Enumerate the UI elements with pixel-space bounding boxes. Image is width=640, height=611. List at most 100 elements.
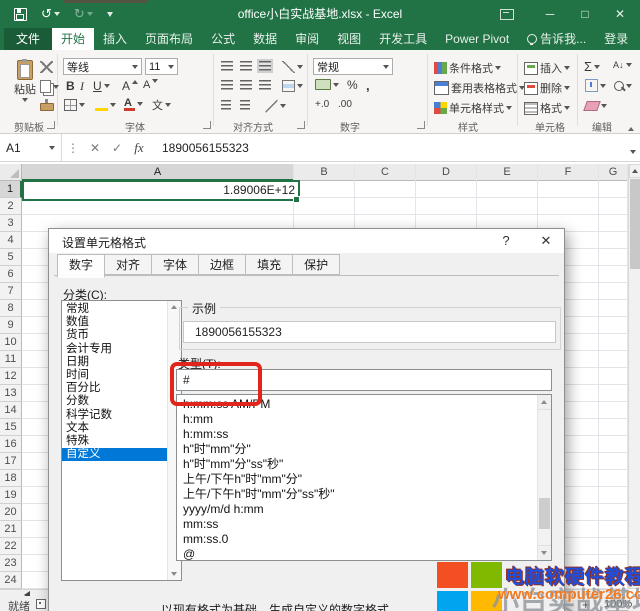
align-center-button[interactable] xyxy=(240,80,252,90)
expand-formula-bar-button[interactable] xyxy=(630,144,636,158)
align-top-button[interactable] xyxy=(221,61,233,71)
insert-function-button[interactable]: fx xyxy=(128,140,150,156)
align-bottom-button[interactable] xyxy=(259,61,271,71)
category-item[interactable]: 科学记数 xyxy=(62,409,168,422)
format-cells-button[interactable]: 格式 xyxy=(524,100,570,116)
row-header-1[interactable]: 1 xyxy=(0,181,22,198)
tab-page-layout[interactable]: 页面布局 xyxy=(136,28,202,50)
underline-button[interactable]: U xyxy=(93,79,110,93)
fill-handle[interactable] xyxy=(293,196,300,203)
type-list-item[interactable]: mm:ss.0 xyxy=(177,532,538,547)
increase-decimal-button[interactable]: +.0 xyxy=(315,99,329,110)
name-box[interactable]: A1 xyxy=(0,134,62,161)
row-header-11[interactable]: 11 xyxy=(0,351,22,368)
cell-styles-button[interactable]: 单元格样式 xyxy=(434,100,512,116)
select-all-corner[interactable] xyxy=(0,164,22,181)
cell-A1[interactable]: 1.89006E+12 xyxy=(22,180,300,201)
row-header-18[interactable]: 18 xyxy=(0,470,22,487)
formula-value[interactable]: 1890056155323 xyxy=(162,141,249,155)
column-header-D[interactable]: D xyxy=(416,164,477,181)
column-header-G[interactable]: G xyxy=(599,164,628,181)
type-listbox[interactable]: h:mm:ss AM/PMh:mmh:mm:ssh"时"mm"分"h"时"mm"… xyxy=(176,394,552,561)
macro-record-icon[interactable] xyxy=(36,599,46,609)
fill-color-button[interactable] xyxy=(95,98,116,111)
number-format-combo[interactable]: 常规 xyxy=(313,58,393,75)
close-button[interactable]: ✕ xyxy=(605,0,635,28)
row-header-20[interactable]: 20 xyxy=(0,504,22,521)
type-list-item[interactable]: yyyy/m/d h:mm xyxy=(177,502,538,517)
wrap-text-button[interactable] xyxy=(265,100,286,112)
tab-data[interactable]: 数据 xyxy=(244,28,286,50)
paste-button[interactable]: 粘贴 xyxy=(14,60,36,102)
row-header-16[interactable]: 16 xyxy=(0,436,22,453)
row-header-19[interactable]: 19 xyxy=(0,487,22,504)
category-item[interactable]: 自定义 xyxy=(62,448,168,461)
borders-button[interactable] xyxy=(64,99,85,111)
category-item[interactable]: 货币 xyxy=(62,329,168,342)
number-dialog-launcher[interactable] xyxy=(417,121,425,129)
redo-button[interactable]: ↻ xyxy=(74,6,93,22)
scroll-down-button[interactable] xyxy=(538,545,551,560)
font-color-button[interactable]: A xyxy=(124,97,143,111)
format-painter-button[interactable] xyxy=(40,100,54,108)
conditional-formatting-button[interactable]: 条件格式 xyxy=(434,60,501,76)
tab-sign-in[interactable]: 登录 xyxy=(595,28,637,50)
type-list-item[interactable]: mm:ss xyxy=(177,517,538,532)
fill-button[interactable] xyxy=(585,79,606,92)
tab-home[interactable]: 开始 xyxy=(52,28,94,50)
dialog-title-bar[interactable]: 设置单元格格式 ? ✕ xyxy=(49,229,564,253)
clear-button[interactable] xyxy=(585,101,607,111)
dialog-close-button[interactable]: ✕ xyxy=(531,231,561,251)
vertical-scrollbar[interactable] xyxy=(628,164,640,589)
category-item[interactable]: 数值 xyxy=(62,316,168,329)
row-header-24[interactable]: 24 xyxy=(0,572,22,589)
dialog-tab-font[interactable]: 字体 xyxy=(152,254,199,275)
tab-formulas[interactable]: 公式 xyxy=(202,28,244,50)
insert-cells-button[interactable]: 插入 xyxy=(524,60,570,76)
accounting-format-button[interactable] xyxy=(315,79,339,90)
type-list-item[interactable]: @ xyxy=(177,547,538,561)
increase-font-button[interactable]: A xyxy=(122,79,138,93)
bold-button[interactable]: B xyxy=(66,79,75,93)
zoom-in-button[interactable]: + xyxy=(582,597,590,611)
scroll-up-button[interactable] xyxy=(538,395,551,410)
scrollbar-thumb[interactable] xyxy=(630,179,640,269)
autosum-button[interactable]: Σ xyxy=(584,59,600,74)
align-right-button[interactable] xyxy=(259,80,271,90)
type-list-item[interactable]: 上午/下午h"时"mm"分" xyxy=(177,472,538,487)
tab-file[interactable]: 文件 xyxy=(4,28,52,50)
collapse-ribbon-button[interactable] xyxy=(628,120,634,134)
type-list-item[interactable]: h"时"mm"分"ss"秒" xyxy=(177,457,538,472)
row-header-7[interactable]: 7 xyxy=(0,283,22,300)
customize-qat-button[interactable] xyxy=(107,12,113,17)
copy-button[interactable] xyxy=(40,80,59,93)
row-header-5[interactable]: 5 xyxy=(0,249,22,266)
tab-insert[interactable]: 插入 xyxy=(94,28,136,50)
dialog-help-button[interactable]: ? xyxy=(491,231,521,251)
cancel-entry-button[interactable]: ✕ xyxy=(84,141,106,155)
font-name-combo[interactable]: 等线 xyxy=(63,58,142,75)
category-item[interactable]: 时间 xyxy=(62,369,168,382)
row-header-8[interactable]: 8 xyxy=(0,300,22,317)
phonetic-guide-button[interactable]: 文 xyxy=(152,97,171,113)
minimize-button[interactable]: ─ xyxy=(535,0,565,28)
row-header-6[interactable]: 6 xyxy=(0,266,22,283)
undo-button[interactable]: ↺ xyxy=(41,6,60,22)
decrease-indent-button[interactable] xyxy=(221,100,231,110)
row-header-10[interactable]: 10 xyxy=(0,334,22,351)
tab-developer[interactable]: 开发工具 xyxy=(370,28,436,50)
ribbon-display-options-button[interactable] xyxy=(492,0,522,28)
percent-style-button[interactable]: % xyxy=(347,78,358,92)
category-item[interactable]: 日期 xyxy=(62,356,168,369)
decrease-decimal-button[interactable]: .00 xyxy=(338,99,352,110)
tab-view[interactable]: 视图 xyxy=(328,28,370,50)
dialog-tab-alignment[interactable]: 对齐 xyxy=(105,254,152,275)
delete-cells-button[interactable]: 删除 xyxy=(524,80,570,96)
row-header-23[interactable]: 23 xyxy=(0,555,22,572)
font-dialog-launcher[interactable] xyxy=(203,121,211,129)
tab-review[interactable]: 审阅 xyxy=(286,28,328,50)
row-header-17[interactable]: 17 xyxy=(0,453,22,470)
row-header-9[interactable]: 9 xyxy=(0,317,22,334)
format-as-table-button[interactable]: 套用表格格式 xyxy=(434,80,525,96)
increase-indent-button[interactable] xyxy=(240,100,250,110)
